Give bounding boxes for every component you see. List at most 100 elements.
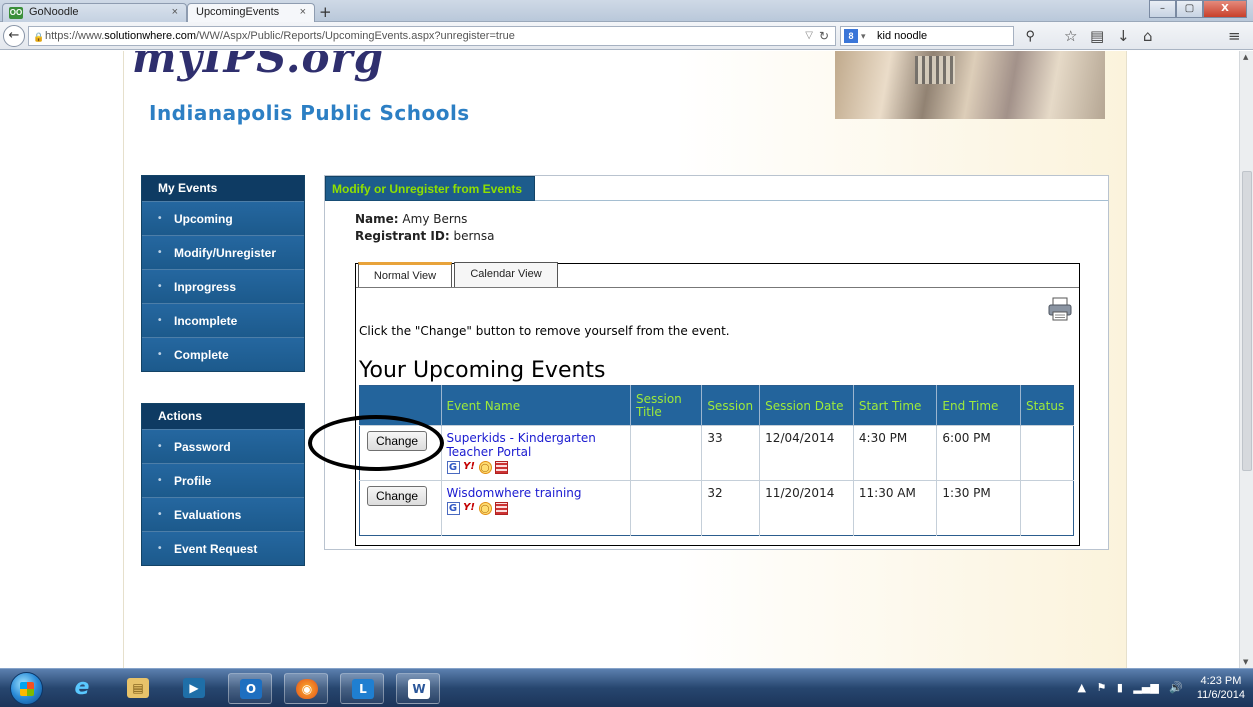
flag-icon[interactable]: ⚑ <box>1096 681 1106 694</box>
google-calendar-icon[interactable]: G <box>446 502 460 515</box>
sidebar-item-label: Event Request <box>174 542 258 556</box>
scroll-up-icon[interactable]: ▲ <box>1243 53 1248 61</box>
new-tab-icon[interactable]: + <box>319 3 332 21</box>
sidebar-item-label: Evaluations <box>174 508 242 522</box>
tab-title: GoNoodle <box>29 6 79 18</box>
tab-calendar-view[interactable]: Calendar View <box>454 262 558 287</box>
page-container: myIPS.org Indianapolis Public Schools My… <box>123 51 1127 668</box>
tab-normal-view[interactable]: Normal View <box>358 262 452 287</box>
bullet-icon: • <box>158 509 162 520</box>
yahoo-calendar-icon[interactable]: Y! <box>463 461 476 474</box>
table-cell: 33 <box>701 425 761 481</box>
page-scrollbar[interactable]: ▲ ▼ <box>1239 51 1253 668</box>
scroll-down-icon[interactable]: ▼ <box>1243 658 1248 666</box>
instructions-text: Click the "Change" button to remove your… <box>359 324 730 338</box>
outlook-calendar-icon[interactable]: ◯ <box>478 502 492 515</box>
tab-title: UpcomingEvents <box>196 6 280 18</box>
ical-calendar-icon[interactable] <box>494 461 508 474</box>
yahoo-calendar-icon[interactable]: Y! <box>463 502 476 515</box>
outlook-calendar-icon[interactable]: ◯ <box>478 461 492 474</box>
signal-icon[interactable]: ▂▄▆ <box>1133 681 1158 694</box>
table-cell: 11/20/2014 <box>759 480 854 536</box>
sidebar-item-upcoming[interactable]: • Upcoming <box>142 201 304 235</box>
table-cell: Change <box>359 425 442 481</box>
taskbar-firefox[interactable]: ◉ <box>284 673 328 704</box>
header-photo <box>835 51 1105 119</box>
sidebar-item-incomplete[interactable]: • Incomplete <box>142 303 304 337</box>
bullet-icon: • <box>158 349 162 360</box>
ical-calendar-icon[interactable] <box>494 502 508 515</box>
maximize-icon[interactable]: ▢ <box>1176 0 1203 18</box>
reload-icon[interactable]: ↻ <box>819 27 829 45</box>
volume-icon[interactable]: 🔊 <box>1169 681 1183 694</box>
sidebar-item-label: Complete <box>174 348 229 362</box>
main-content-panel: Modify or Unregister from Events Name: A… <box>324 175 1109 550</box>
outlook-icon: O <box>240 679 262 699</box>
events-table: Event Name Session Title Session Session… <box>359 385 1074 536</box>
table-cell: Change <box>359 480 442 536</box>
bullet-icon: • <box>158 247 162 258</box>
sidebar-item-profile[interactable]: • Profile <box>142 463 304 497</box>
sidebar-item-evaluations[interactable]: • Evaluations <box>142 497 304 531</box>
event-name-link[interactable]: Wisdomwhere training <box>447 486 582 500</box>
taskbar-outlook[interactable]: O <box>228 673 272 704</box>
sidebar-item-modify-unregister[interactable]: • Modify/Unregister <box>142 235 304 269</box>
taskbar-explorer[interactable]: ▤ <box>116 673 160 704</box>
taskbar-lync[interactable]: L <box>340 673 384 704</box>
site-logo[interactable]: myIPS.org <box>132 51 384 82</box>
bullet-icon: • <box>158 543 162 554</box>
bullet-icon: • <box>158 315 162 326</box>
url-prefix: https://www. <box>45 30 105 42</box>
table-cell: 4:30 PM <box>853 425 938 481</box>
home-icon[interactable]: ⌂ <box>1143 27 1153 45</box>
taskbar-word[interactable]: W <box>396 673 440 704</box>
sidebar-item-label: Inprogress <box>174 280 237 294</box>
view-tabs-divider <box>356 287 1079 288</box>
downloads-icon[interactable]: ↓ <box>1117 27 1130 45</box>
event-name-link[interactable]: Superkids - Kindergarten Teacher Portal <box>447 431 596 459</box>
my-events-menu: My Events • Upcoming • Modify/Unregister •… <box>141 175 305 372</box>
close-tab-icon[interactable]: × <box>172 6 178 18</box>
tray-expand-icon[interactable]: ▲ <box>1078 681 1086 694</box>
column-header: Status <box>1020 385 1074 426</box>
close-tab-icon[interactable]: × <box>300 6 306 18</box>
sidebar-item-complete[interactable]: • Complete <box>142 337 304 371</box>
taskbar-clock[interactable]: 4:23 PM 11/6/2014 <box>1197 674 1245 702</box>
bookmark-star-icon[interactable]: ☆ <box>1064 27 1077 45</box>
sidebar-item-event-request[interactable]: • Event Request <box>142 531 304 565</box>
panel-title-divider <box>325 200 1108 201</box>
column-header: Session Date <box>759 385 854 426</box>
url-dropdown-icon[interactable]: ▽ <box>805 27 813 45</box>
start-button[interactable] <box>10 672 43 705</box>
tab-upcoming-events[interactable]: UpcomingEvents × <box>187 3 315 22</box>
taskbar-media[interactable]: ▶ <box>172 673 216 704</box>
sidebar-item-password[interactable]: • Password <box>142 429 304 463</box>
close-window-icon[interactable]: X <box>1203 0 1247 18</box>
change-button[interactable]: Change <box>367 486 428 506</box>
tab-gonoodle[interactable]: OO GoNoodle × <box>2 3 187 22</box>
name-row: Name: Amy Berns <box>355 212 467 226</box>
change-button[interactable]: Change <box>367 431 428 451</box>
google-calendar-icon[interactable]: G <box>446 461 460 474</box>
search-icon[interactable]: ⚲ <box>1025 27 1035 45</box>
search-engine-dropdown-icon[interactable]: ▾ <box>861 27 866 45</box>
gonoodle-favicon-icon: OO <box>9 7 23 19</box>
calendar-icons: G Y! ◯ <box>446 502 626 515</box>
menu-icon[interactable]: ≡ <box>1228 27 1241 45</box>
lock-icon: 🔒 <box>33 32 45 42</box>
search-engine-icon[interactable]: 8 <box>844 29 858 43</box>
bookmarks-list-icon[interactable]: ▤ <box>1090 27 1104 45</box>
power-icon[interactable]: ▮ <box>1117 681 1123 694</box>
url-bar[interactable]: 🔒 https://www.solutionwhere.com/WW/Aspx/… <box>28 26 836 46</box>
table-row: Change Superkids - Kindergarten Teacher … <box>359 425 1074 481</box>
windows-taskbar: e ▤ ▶ O ◉ L W ▲ ⚑ ▮ ▂▄▆ 🔊 4:23 PM 11/6/2… <box>0 668 1253 707</box>
registrant-row: Registrant ID: bernsa <box>355 229 494 243</box>
search-input[interactable]: 8 ▾ kid noodle ⚲ <box>840 26 1035 46</box>
events-view-box: Normal View Calendar View Click the "Cha… <box>355 262 1080 546</box>
back-arrow-icon[interactable]: ← <box>3 25 25 47</box>
taskbar-ie[interactable]: e <box>60 673 104 704</box>
scrollbar-thumb[interactable] <box>1242 171 1252 471</box>
minimize-icon[interactable]: – <box>1149 0 1176 18</box>
sidebar-item-inprogress[interactable]: • Inprogress <box>142 269 304 303</box>
print-icon[interactable] <box>1047 297 1073 321</box>
